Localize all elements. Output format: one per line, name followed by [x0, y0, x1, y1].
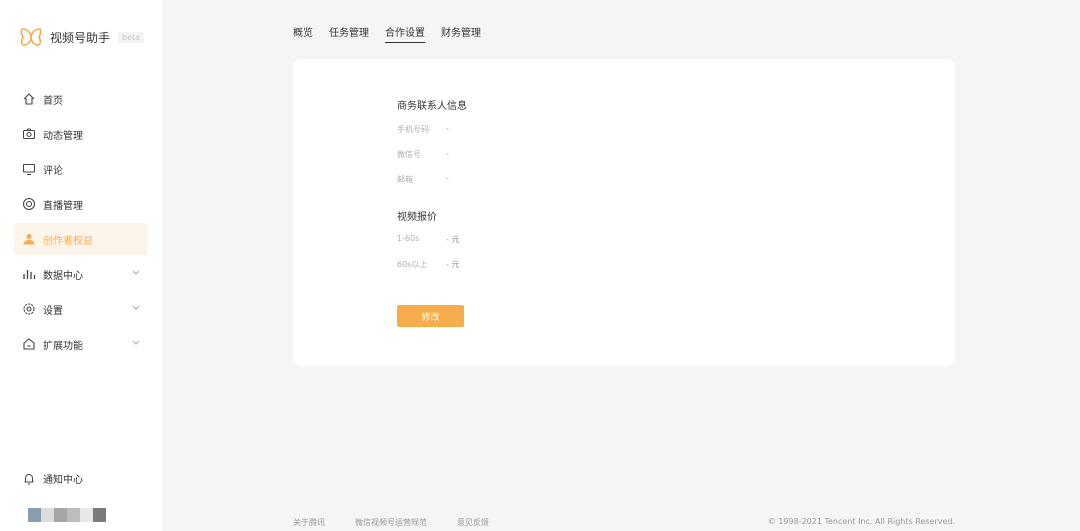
tab-finance[interactable]: 财务管理	[441, 24, 481, 43]
sidebar-item-live[interactable]: 直播管理	[14, 188, 148, 220]
sidebar-item-data-center[interactable]: 数据中心	[14, 258, 148, 290]
bell-icon	[24, 473, 34, 485]
edit-button[interactable]: 修改	[397, 305, 464, 327]
creator-icon	[23, 234, 35, 245]
monitor-icon	[22, 163, 36, 176]
notification-label: 通知中心	[43, 475, 83, 486]
logo[interactable]: 视频号助手 beta	[20, 26, 145, 48]
wechat-label: 微信号	[397, 150, 421, 159]
price-long-label: 60s以上	[397, 260, 428, 269]
bar-chart-icon	[23, 270, 36, 279]
sidebar-item-label: 创作者权益	[43, 235, 93, 247]
notification-center[interactable]: 通知中心	[22, 471, 83, 486]
price-long-value: - 元	[446, 260, 460, 269]
home-icon	[23, 93, 35, 105]
phone-value: -	[446, 124, 449, 133]
phone-label: 手机号码	[397, 125, 429, 134]
sidebar-item-label: 首页	[43, 95, 63, 107]
email-label: 邮箱	[397, 175, 413, 184]
chevron-down-icon[interactable]	[132, 305, 140, 311]
contact-section-title: 商务联系人信息	[397, 101, 467, 112]
top-tabs: 概览 任务管理 合作设置 财务管理	[293, 24, 497, 43]
sidebar-item-label: 扩展功能	[43, 340, 83, 352]
chevron-down-icon[interactable]	[132, 270, 140, 276]
chevron-down-icon[interactable]	[132, 340, 140, 346]
sidebar-item-label: 动态管理	[43, 130, 83, 142]
price-short-label: 1-60s	[397, 234, 420, 243]
sidebar-item-extensions[interactable]: 扩展功能	[14, 328, 148, 360]
gear-icon	[23, 303, 35, 315]
footer-link-guidelines[interactable]: 微信视频号运营规范	[355, 517, 427, 528]
price-short-value: - 元	[446, 235, 460, 244]
beta-badge: beta	[118, 31, 145, 43]
avatar[interactable]	[28, 508, 106, 522]
tab-cooperation-settings[interactable]: 合作设置	[385, 24, 425, 43]
tab-tasks[interactable]: 任务管理	[329, 24, 369, 43]
sidebar-nav: 首页 动态管理 评论 直播管理 创作者权益 数据中心 设置 扩展功能	[0, 80, 162, 360]
footer-link-feedback[interactable]: 意见反馈	[457, 517, 489, 528]
app-title: 视频号助手	[50, 30, 111, 45]
email-value: -	[446, 174, 449, 183]
footer-link-about[interactable]: 关于腾讯	[293, 517, 325, 528]
tab-overview[interactable]: 概览	[293, 24, 313, 43]
wechat-value: -	[446, 149, 449, 158]
sidebar-item-label: 数据中心	[43, 270, 83, 282]
sidebar-item-label: 评论	[43, 165, 63, 177]
camera-icon	[22, 128, 36, 140]
sidebar-item-creator-rights[interactable]: 创作者权益	[14, 223, 148, 255]
sidebar-item-settings[interactable]: 设置	[14, 293, 148, 325]
sidebar-item-posts[interactable]: 动态管理	[14, 118, 148, 150]
sidebar-item-home[interactable]: 首页	[14, 83, 148, 115]
sidebar-item-comments[interactable]: 评论	[14, 153, 148, 185]
settings-card: 商务联系人信息 手机号码 - 微信号 - 邮箱 - 视频报价 1-60s - 元…	[293, 59, 955, 366]
sidebar: 视频号助手 beta 首页 动态管理 评论 直播管理 创作者权益 数据中心 设置…	[0, 0, 162, 531]
live-icon	[22, 197, 36, 211]
butterfly-logo-icon	[20, 28, 42, 46]
copyright: © 1998-2021 Tencent Inc. All Rights Rese…	[767, 517, 955, 526]
sidebar-item-label: 设置	[43, 305, 63, 317]
price-section-title: 视频报价	[397, 212, 437, 223]
extension-icon	[23, 338, 35, 350]
sidebar-item-label: 直播管理	[43, 200, 83, 212]
